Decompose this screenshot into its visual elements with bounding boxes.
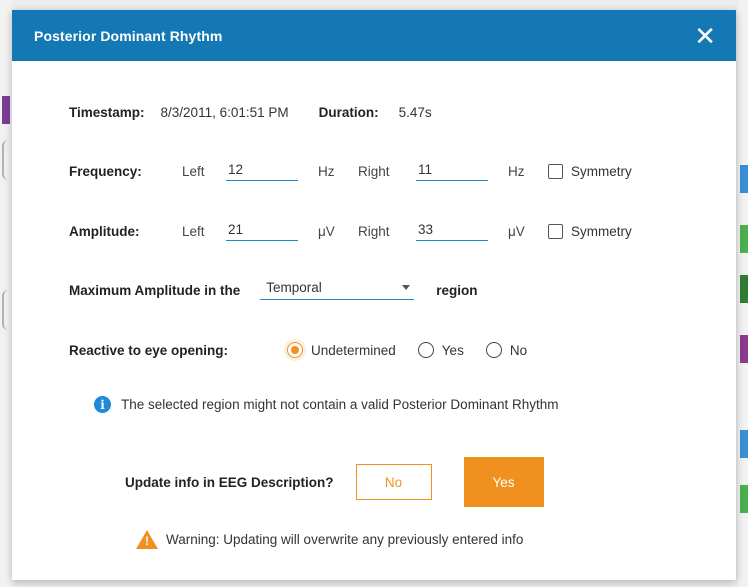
warning-icon: ! <box>136 530 158 549</box>
background-marker <box>740 275 748 303</box>
max-amplitude-row: Maximum Amplitude in the Temporal region <box>69 280 478 300</box>
no-button[interactable]: No <box>355 464 432 500</box>
checkbox-box[interactable] <box>548 224 563 239</box>
radio-undetermined-label: Undetermined <box>311 342 396 358</box>
update-question: Update info in EEG Description? <box>125 474 334 490</box>
amplitude-symmetry-checkbox[interactable]: Symmetry <box>548 224 632 239</box>
amplitude-label: Amplitude: <box>69 224 140 239</box>
frequency-left-unit: Hz <box>318 164 335 179</box>
radio-yes-label: Yes <box>441 342 464 358</box>
background-marker <box>740 430 748 458</box>
radio-unselected-icon[interactable] <box>417 342 434 358</box>
timestamp-value: 8/3/2011, 6:01:51 PM <box>160 105 289 120</box>
background-marker <box>740 225 748 253</box>
radio-selected-icon[interactable] <box>287 342 303 358</box>
frequency-label: Frequency: <box>69 164 142 179</box>
max-amplitude-suffix: region <box>436 282 478 298</box>
update-row: Update info in EEG Description? No Yes <box>125 457 544 507</box>
amplitude-right-label: Right <box>358 224 390 239</box>
amplitude-left-input[interactable]: 21 <box>226 222 298 241</box>
timestamp-row: Timestamp: 8/3/2011, 6:01:51 PM Duration… <box>69 105 432 120</box>
radio-no-label: No <box>509 342 528 358</box>
frequency-right-unit: Hz <box>508 164 525 179</box>
frequency-right-input[interactable]: 11 <box>416 162 488 181</box>
close-icon[interactable]: ✕ <box>686 21 724 51</box>
max-amplitude-prefix: Maximum Amplitude in the <box>69 282 241 298</box>
timestamp-label: Timestamp: <box>69 105 145 120</box>
frequency-symmetry-checkbox[interactable]: Symmetry <box>548 164 632 179</box>
amplitude-symmetry-label: Symmetry <box>571 224 632 239</box>
amplitude-row: Amplitude: Left 21 μV Right 33 μV Symmet… <box>69 222 632 241</box>
frequency-left-label: Left <box>182 164 205 179</box>
amplitude-right-input[interactable]: 33 <box>416 222 488 241</box>
amplitude-left-label: Left <box>182 224 205 239</box>
frequency-left-input[interactable]: 12 <box>226 162 298 181</box>
region-select[interactable]: Temporal <box>260 280 415 300</box>
dialog-titlebar: Posterior Dominant Rhythm ✕ <box>12 10 736 61</box>
background-marker <box>2 96 10 124</box>
frequency-row: Frequency: Left 12 Hz Right 11 Hz Symmet… <box>69 162 632 181</box>
region-select-value: Temporal <box>266 280 322 295</box>
yes-button[interactable]: Yes <box>463 457 544 507</box>
info-icon: i <box>94 396 111 413</box>
duration-label: Duration: <box>318 105 379 120</box>
amplitude-right-unit: μV <box>508 224 525 239</box>
reactive-row: Reactive to eye opening: Undetermined Ye… <box>69 342 527 358</box>
radio-unselected-icon[interactable] <box>485 342 502 358</box>
radio-undetermined[interactable]: Undetermined <box>287 342 396 358</box>
radio-yes[interactable]: Yes <box>417 342 464 358</box>
posterior-dominant-rhythm-dialog: Posterior Dominant Rhythm ✕ Timestamp: 8… <box>12 10 736 580</box>
background-marker <box>740 335 748 363</box>
warning-row: ! Warning: Updating will overwrite any p… <box>136 530 523 549</box>
frequency-right-label: Right <box>358 164 390 179</box>
dialog-title: Posterior Dominant Rhythm <box>34 27 223 44</box>
frequency-symmetry-label: Symmetry <box>571 164 632 179</box>
duration-value: 5.47s <box>398 105 432 120</box>
info-message: The selected region might not contain a … <box>121 397 559 412</box>
checkbox-box[interactable] <box>548 164 563 179</box>
caret-down-icon <box>402 285 411 290</box>
background-marker <box>740 165 748 193</box>
reactive-label: Reactive to eye opening: <box>69 342 229 358</box>
warning-message: Warning: Updating will overwrite any pre… <box>166 532 524 547</box>
radio-no[interactable]: No <box>485 342 528 358</box>
info-message-row: i The selected region might not contain … <box>94 396 558 413</box>
background-marker <box>740 485 748 513</box>
amplitude-left-unit: μV <box>318 224 335 239</box>
